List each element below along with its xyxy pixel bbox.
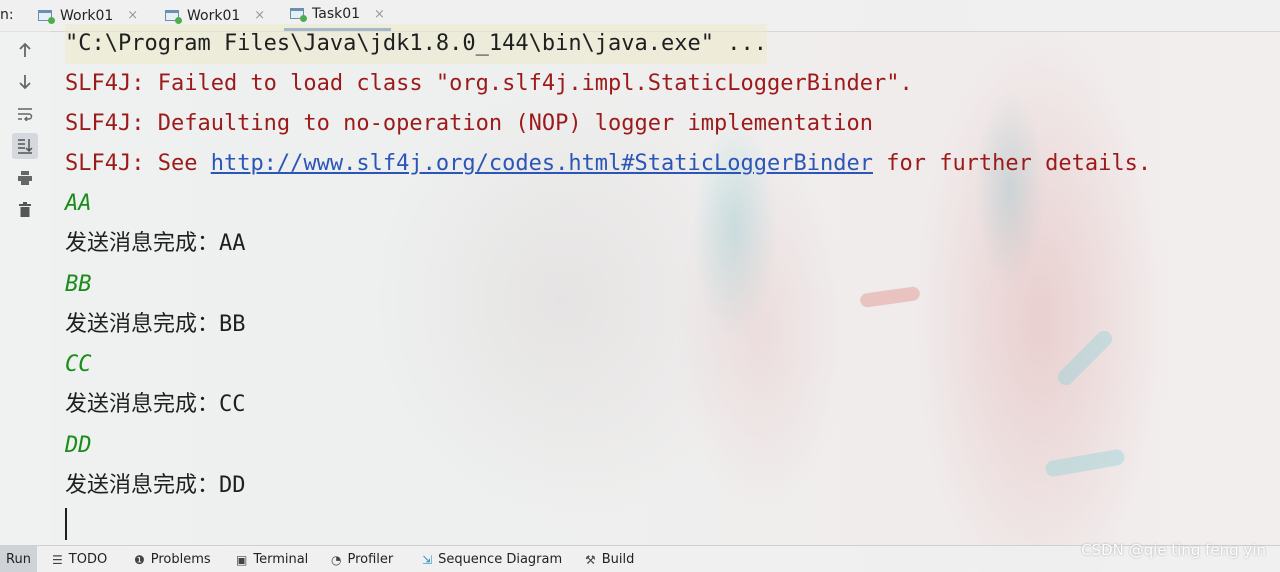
- arrow-down-icon[interactable]: [12, 69, 38, 95]
- tab-bar-prefix: n:: [0, 7, 14, 23]
- tool-terminal[interactable]: ▣ Terminal: [236, 546, 308, 572]
- arrow-up-icon[interactable]: [12, 37, 38, 63]
- console-toolbar: [0, 31, 50, 545]
- console-message-line: 发送消息完成：CC: [65, 392, 246, 417]
- tool-label: Problems: [150, 552, 211, 567]
- watermark: CSDN @qie ting feng yin: [1081, 541, 1266, 559]
- console-output-value: CC: [65, 352, 92, 377]
- tool-label: Terminal: [253, 552, 309, 567]
- console-message-line: 发送消息完成：BB: [65, 312, 246, 337]
- print-icon[interactable]: [12, 165, 38, 191]
- tool-sequence-diagram[interactable]: ⇲ Sequence Diagram: [422, 546, 562, 572]
- soft-wrap-icon[interactable]: [12, 101, 38, 127]
- list-icon: ☰: [52, 552, 63, 567]
- sequence-diagram-icon: ⇲: [422, 552, 433, 567]
- tool-label: TODO: [68, 552, 108, 567]
- wallpaper-ribbon: [859, 285, 921, 309]
- tab-label: Work01: [187, 7, 241, 24]
- console-output-value: AA: [65, 191, 92, 216]
- run-config-icon: [38, 9, 55, 24]
- run-config-icon: [290, 7, 307, 22]
- close-icon[interactable]: ×: [374, 7, 385, 22]
- tool-problems[interactable]: ❶ Problems: [134, 546, 211, 572]
- error-text: SLF4J: See: [65, 151, 211, 176]
- trash-icon[interactable]: [12, 197, 38, 223]
- wallpaper-ribbon: [1054, 327, 1116, 389]
- scroll-to-end-icon[interactable]: [12, 133, 38, 159]
- hammer-icon: ⚒: [585, 552, 596, 567]
- console-error-line: SLF4J: Defaulting to no-operation (NOP) …: [65, 111, 873, 136]
- tool-label: Profiler: [347, 552, 394, 567]
- console-command-line: "C:\Program Files\Java\jdk1.8.0_144\bin\…: [65, 24, 767, 64]
- console-message-line: 发送消息完成：AA: [65, 231, 246, 256]
- tool-build[interactable]: ⚒ Build: [585, 546, 634, 572]
- terminal-icon: ▣: [236, 552, 248, 567]
- problems-icon: ❶: [134, 552, 145, 567]
- console-output-value: BB: [65, 272, 92, 297]
- error-text: for further details.: [872, 151, 1152, 176]
- text-cursor: [65, 508, 67, 540]
- close-icon[interactable]: ×: [127, 8, 138, 23]
- tool-profiler[interactable]: ◔ Profiler: [331, 546, 393, 572]
- console-error-line: SLF4J: Failed to load class "org.slf4j.i…: [65, 71, 913, 96]
- tab-label: Work01: [60, 7, 114, 24]
- tool-todo[interactable]: ☰ TODO: [52, 546, 107, 572]
- slf4j-docs-link[interactable]: http://www.slf4j.org/codes.html#StaticLo…: [211, 151, 873, 176]
- profiler-icon: ◔: [331, 552, 342, 567]
- tool-label: Sequence Diagram: [438, 552, 563, 567]
- console-message-line: 发送消息完成：DD: [65, 473, 246, 498]
- wallpaper-ribbon: [1044, 448, 1126, 478]
- console-error-line: SLF4J: See http://www.slf4j.org/codes.ht…: [65, 144, 1151, 184]
- console-output-value: DD: [65, 433, 92, 458]
- tool-label: Run: [6, 552, 31, 567]
- tool-label: Build: [601, 552, 635, 567]
- run-config-icon: [165, 9, 182, 24]
- tab-label: Task01: [312, 6, 361, 22]
- tool-run[interactable]: Run: [0, 546, 37, 572]
- close-icon[interactable]: ×: [254, 8, 265, 23]
